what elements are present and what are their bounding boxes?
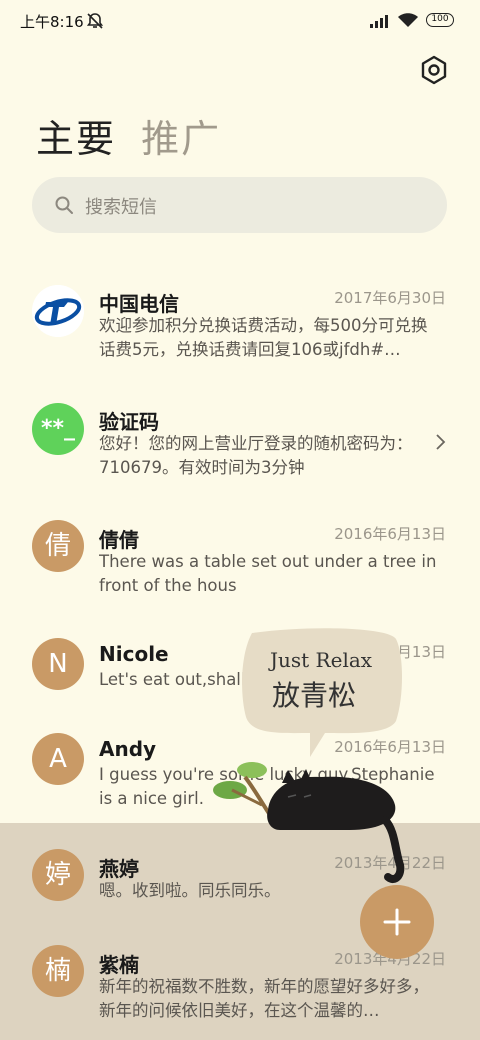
sender-name: 中国电信 — [99, 292, 179, 316]
list-item[interactable]: 中国电信 2017年6月30日 欢迎参加积分兑换话费活动，每500分可兑换话费5… — [0, 280, 480, 380]
bell-muted-icon — [86, 13, 104, 29]
search-icon — [55, 196, 73, 214]
sender-name: 倩倩 — [99, 528, 139, 552]
tab-promotions[interactable]: 推广 — [141, 114, 221, 164]
tab-bar: 主要 推广 — [36, 114, 241, 164]
wifi-icon — [398, 13, 418, 27]
search-placeholder: 搜索短信 — [85, 197, 157, 218]
china-telecom-logo-icon — [32, 285, 84, 337]
sender-name: Andy — [99, 737, 157, 761]
sender-name: 验证码 — [99, 410, 159, 434]
avatar: A — [32, 733, 84, 785]
status-time: 上午8:16 — [20, 13, 84, 31]
plus-icon — [383, 908, 411, 936]
avatar: N — [32, 638, 84, 690]
sender-name: Nicole — [99, 642, 169, 666]
hexagon-gear-icon[interactable] — [418, 54, 450, 86]
message-preview: 新年的祝福数不胜数，新年的愿望好多好多，新年的问候依旧美好，在这个温馨的… — [99, 977, 429, 1020]
avatar: 楠 — [32, 945, 84, 997]
sticker-caption-chinese: 放青松 — [272, 679, 356, 712]
message-preview: 您好！您的网上营业厅登录的随机密码为：710679。有效时间为3分钟 — [99, 434, 413, 477]
signal-icon — [370, 15, 388, 28]
new-message-button[interactable] — [360, 885, 434, 959]
verification-code-avatar: **_ — [32, 403, 84, 455]
status-bar: 上午8:16 100 — [0, 0, 480, 42]
sender-name: 紫楠 — [99, 953, 139, 977]
battery-indicator: 100 — [426, 13, 454, 27]
message-date: 2017年6月30日 — [334, 289, 446, 307]
chevron-right-icon — [436, 434, 446, 450]
list-item[interactable]: 倩 倩倩 2016年6月13日 There was a table set ou… — [0, 516, 480, 616]
avatar: 倩 — [32, 520, 84, 572]
list-item[interactable]: **_ 验证码 您好！您的网上营业厅登录的随机密码为：710679。有效时间为3… — [0, 398, 480, 498]
search-input[interactable]: 搜索短信 — [32, 177, 447, 233]
sender-name: 燕婷 — [99, 857, 139, 881]
just-relax-cat-sticker: Just Relax 放青松 — [213, 628, 405, 884]
message-date: 2016年6月13日 — [334, 525, 446, 543]
avatar: 婷 — [32, 849, 84, 901]
tab-primary[interactable]: 主要 — [36, 114, 116, 164]
message-preview: 欢迎参加积分兑换话费活动，每500分可兑换话费5元，兑换话费请回复106或jfd… — [99, 316, 428, 359]
message-preview: There was a table set out under a tree i… — [99, 552, 437, 595]
sticker-caption-english: Just Relax — [268, 648, 373, 672]
